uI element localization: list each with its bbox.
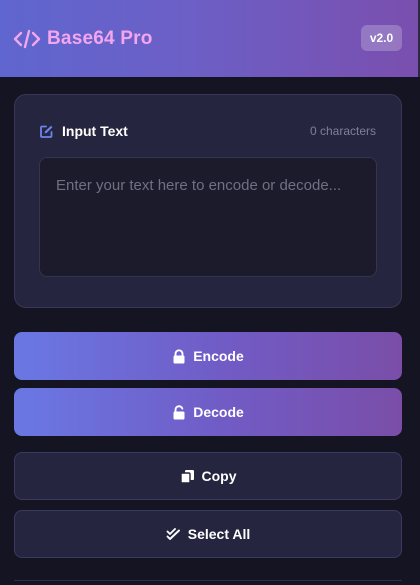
encode-button-label: Encode	[193, 348, 244, 364]
decode-button[interactable]: Decode	[14, 388, 402, 436]
decode-button-label: Decode	[193, 404, 244, 420]
input-card-header: Input Text 0 characters	[39, 123, 377, 139]
input-card: Input Text 0 characters	[14, 94, 402, 308]
edit-icon	[39, 124, 54, 139]
next-card-edge	[14, 580, 402, 585]
copy-button[interactable]: Copy	[14, 452, 402, 500]
copy-button-label: Copy	[201, 468, 237, 484]
lock-icon	[172, 348, 186, 364]
encode-button[interactable]: Encode	[14, 332, 402, 380]
version-badge: v2.0	[361, 25, 402, 51]
copy-icon	[179, 469, 195, 484]
app-header: Base64 Pro v2.0	[0, 0, 420, 77]
select-all-button[interactable]: Select All	[14, 510, 402, 558]
unlock-icon	[172, 404, 186, 420]
app-window: Base64 Pro v2.0 Input Text 0 characters	[0, 0, 420, 585]
app-title: Base64 Pro	[47, 27, 153, 49]
input-textarea[interactable]	[39, 157, 377, 277]
character-count: 0 characters	[309, 124, 376, 138]
code-icon	[13, 28, 41, 50]
check-double-icon	[166, 527, 181, 541]
input-card-title: Input Text	[62, 123, 128, 139]
select-all-button-label: Select All	[187, 526, 251, 542]
